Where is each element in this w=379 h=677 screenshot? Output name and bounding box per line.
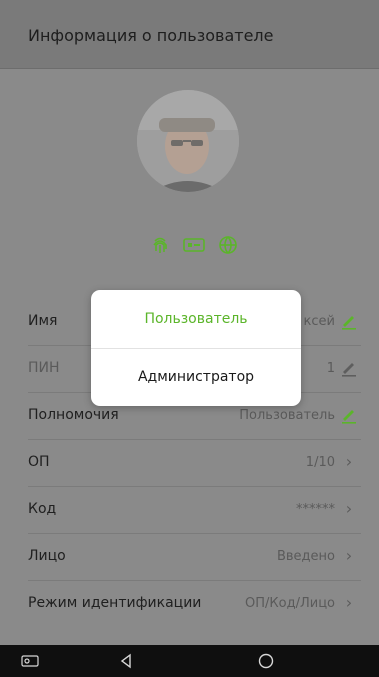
- row-label: Режим идентификации: [28, 595, 202, 611]
- row-value: ОП/Код/Лицо: [245, 596, 335, 611]
- card-icon[interactable]: [183, 234, 205, 256]
- row-value: 1: [326, 361, 335, 376]
- list-item-face[interactable]: Лицо Введено ›: [28, 534, 361, 581]
- row-value: ******: [296, 502, 335, 517]
- row-label: Код: [28, 501, 57, 517]
- edit-icon[interactable]: [339, 358, 359, 378]
- row-label: Имя: [28, 313, 58, 329]
- biometrics-icons: [149, 234, 239, 256]
- android-navbar: [0, 645, 379, 677]
- list-item-fingerprint[interactable]: ОП 1/10 ›: [28, 440, 361, 487]
- edit-icon[interactable]: [339, 405, 359, 425]
- row-label: Лицо: [28, 548, 66, 564]
- title-bar: Информация о пользователе: [0, 0, 379, 69]
- edit-icon[interactable]: [339, 311, 359, 331]
- row-value: 1/10: [305, 455, 335, 470]
- back-icon[interactable]: [114, 651, 138, 671]
- role-selection-dialog: Пользователь Администратор: [91, 290, 301, 406]
- role-option-user[interactable]: Пользователь: [91, 290, 301, 349]
- chevron-right-icon[interactable]: ›: [339, 593, 359, 613]
- avatar[interactable]: [137, 90, 239, 192]
- avatar-image: [137, 90, 239, 192]
- globe-icon[interactable]: [217, 234, 239, 256]
- fingerprint-icon[interactable]: [149, 234, 171, 256]
- list-item-password[interactable]: Код ****** ›: [28, 487, 361, 534]
- row-value: ксей: [303, 314, 335, 329]
- list-item-identification-mode[interactable]: Режим идентификации ОП/Код/Лицо ›: [28, 581, 361, 627]
- row-label: Полномочия: [28, 407, 119, 423]
- home-icon[interactable]: [254, 651, 278, 671]
- chevron-right-icon[interactable]: ›: [339, 546, 359, 566]
- chevron-right-icon[interactable]: ›: [339, 452, 359, 472]
- chevron-right-icon[interactable]: ›: [339, 499, 359, 519]
- row-value: Пользователь: [239, 408, 335, 423]
- page-title: Информация о пользователе: [28, 26, 274, 45]
- row-label: ПИН: [28, 360, 60, 376]
- row-value: Введено: [276, 549, 335, 564]
- role-option-admin[interactable]: Администратор: [91, 348, 301, 406]
- row-label: ОП: [28, 454, 50, 470]
- screenshot-icon[interactable]: [18, 651, 42, 671]
- user-info-screen: Информация о пользователе Имя ксей ПИН 1…: [0, 0, 379, 677]
